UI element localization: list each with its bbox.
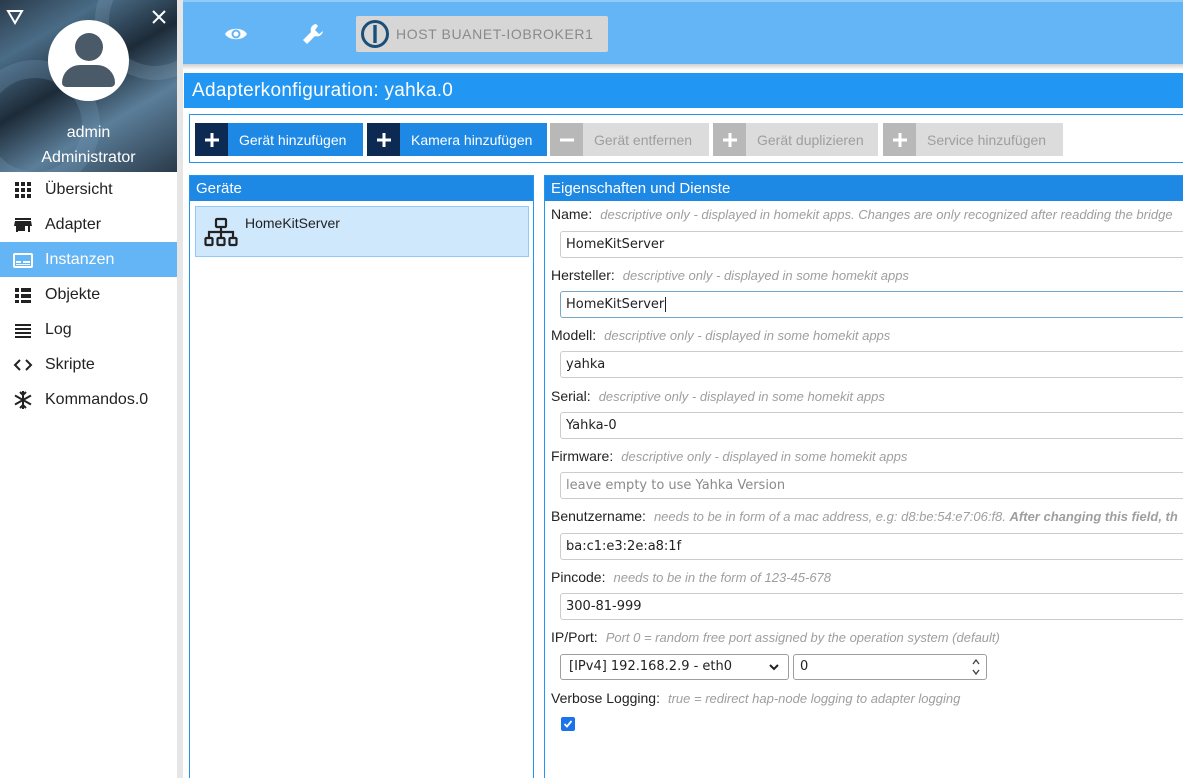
- top-bar: HOST BUANET-IOBROKER1: [183, 0, 1183, 64]
- eye-icon: [225, 28, 247, 40]
- plus-icon: [204, 132, 219, 147]
- instances-icon: [12, 252, 33, 268]
- add-camera-button[interactable]: Kamera hinzufügen: [367, 123, 547, 156]
- model-label: Modell: descriptive only - displayed in s…: [551, 327, 891, 343]
- username-label: Benutzername: needs to be in form of a ma…: [551, 508, 1178, 524]
- firmware-label: Firmware: descriptive only - displayed in…: [551, 448, 908, 464]
- name-label: Name: descriptive only - displayed in hom…: [551, 206, 1173, 222]
- manufacturer-label: Hersteller: descriptive only - displayed …: [551, 267, 909, 283]
- port-input[interactable]: 0: [793, 654, 987, 680]
- sidebar-item-commands[interactable]: Kommandos.0: [0, 382, 177, 417]
- serial-input[interactable]: Yahka-0: [560, 412, 1183, 439]
- duplicate-device-button[interactable]: Gerät duplizieren: [713, 123, 878, 156]
- sidebar-item-adapter[interactable]: Adapter: [0, 207, 177, 242]
- pincode-input[interactable]: 300-81-999: [560, 593, 1183, 620]
- plus-icon: [892, 132, 907, 147]
- wrench-icon: [303, 24, 323, 44]
- ip-address-select[interactable]: [IPv4] 192.168.2.9 - eth0: [560, 654, 789, 680]
- sidebar-item-label: Übersicht: [45, 180, 113, 198]
- name-input[interactable]: HomeKitServer: [560, 231, 1183, 258]
- sidebar-item-scripts[interactable]: Skripte: [0, 347, 177, 382]
- sidebar-item-objects[interactable]: Objekte: [0, 277, 177, 312]
- serial-label: Serial: descriptive only - displayed in s…: [551, 388, 885, 404]
- view-button[interactable]: [222, 20, 250, 48]
- sidebar-item-label: Objekte: [45, 285, 101, 303]
- properties-panel: Eigenschaften und Dienste Name: descripti…: [544, 175, 1183, 778]
- sidebar-item-label: Log: [45, 320, 72, 338]
- grid-icon: [14, 181, 31, 198]
- sidebar-item-label: Skripte: [45, 355, 95, 373]
- plus-icon: [722, 132, 737, 147]
- device-name: HomeKitServer: [245, 215, 340, 231]
- sidebar-scroll-edge: [177, 0, 183, 778]
- manufacturer-input[interactable]: HomeKitServer: [560, 291, 1183, 318]
- verbose-logging-checkbox[interactable]: [561, 717, 575, 731]
- sidebar-item-log[interactable]: Log: [0, 312, 177, 347]
- checkmark-icon: [563, 720, 573, 728]
- sidebar-item-instances[interactable]: Instanzen: [0, 242, 177, 277]
- device-toolbar: Gerät hinzufügen Kamera hinzufügen Gerät…: [189, 114, 1183, 163]
- menu-toggle-icon[interactable]: [6, 8, 24, 26]
- devices-panel: Geräte HomeKitServer: [189, 175, 534, 778]
- firmware-input[interactable]: leave empty to use Yahka Version: [560, 472, 1183, 499]
- store-icon: [13, 217, 32, 232]
- name-hint: descriptive only - displayed in homekit …: [600, 207, 1173, 222]
- sidebar-item-label: Adapter: [45, 215, 102, 233]
- profile-header: admin Administrator: [0, 0, 177, 172]
- add-service-button[interactable]: Service hinzufügen: [883, 123, 1063, 156]
- settings-button[interactable]: [299, 20, 327, 48]
- log-icon: [14, 323, 31, 338]
- sidebar-item-label: Instanzen: [45, 250, 115, 268]
- device-list-item[interactable]: HomeKitServer: [195, 206, 529, 257]
- manufacturer-hint: descriptive only - displayed in some hom…: [622, 268, 909, 283]
- serial-hint: descriptive only - displayed in some hom…: [598, 389, 885, 404]
- sidebar-item-label: Kommandos.0: [45, 390, 149, 408]
- minus-icon: [559, 138, 574, 141]
- firmware-hint: descriptive only - displayed in some hom…: [621, 449, 908, 464]
- spinner-arrows-icon[interactable]: [972, 657, 980, 677]
- username-input[interactable]: ba:c1:e3:2e:a8:1f: [560, 533, 1183, 560]
- pincode-hint: needs to be in the form of 123-45-678: [613, 570, 832, 585]
- verbose-label: Verbose Logging: true = redirect hap-node…: [551, 690, 961, 706]
- avatar[interactable]: [48, 20, 129, 101]
- page-title: Adapterkonfiguration: yahka.0: [184, 73, 1183, 108]
- devices-panel-title: Geräte: [190, 176, 533, 201]
- code-icon: [13, 358, 32, 371]
- host-button[interactable]: HOST BUANET-IOBROKER1: [356, 16, 608, 52]
- iobroker-logo-icon: [361, 20, 389, 48]
- username-hint: needs to be in form of a mac address, e.…: [653, 509, 1178, 524]
- chevron-down-icon: [769, 664, 779, 671]
- snowflake-icon: [14, 390, 31, 409]
- plus-icon: [376, 132, 391, 147]
- model-input[interactable]: yahka: [560, 351, 1183, 378]
- list-icon: [14, 287, 31, 303]
- close-icon[interactable]: [150, 8, 168, 26]
- ipport-label: IP/Port: Port 0 = random free port assign…: [551, 629, 1000, 645]
- nav-menu: Übersicht Adapter Instanzen Objekte Log …: [0, 172, 177, 417]
- pincode-label: Pincode: needs to be in the form of 123-4…: [551, 569, 832, 585]
- topbar-shadow: [183, 64, 1183, 70]
- add-device-button[interactable]: Gerät hinzufügen: [195, 123, 363, 156]
- network-tree-icon: [204, 217, 238, 247]
- host-label: HOST BUANET-IOBROKER1: [396, 26, 594, 42]
- user-role: Administrator: [41, 149, 136, 166]
- user-name: admin: [66, 124, 111, 141]
- sidebar: admin Administrator Übersicht Adapter In…: [0, 0, 177, 778]
- properties-panel-title: Eigenschaften und Dienste: [545, 176, 1183, 201]
- sidebar-item-overview[interactable]: Übersicht: [0, 172, 177, 207]
- ipport-hint: Port 0 = random free port assigned by th…: [605, 630, 1000, 645]
- remove-device-button[interactable]: Gerät entfernen: [550, 123, 709, 156]
- model-hint: descriptive only - displayed in some hom…: [604, 328, 891, 343]
- verbose-hint: true = redirect hap-node logging to adap…: [667, 691, 961, 706]
